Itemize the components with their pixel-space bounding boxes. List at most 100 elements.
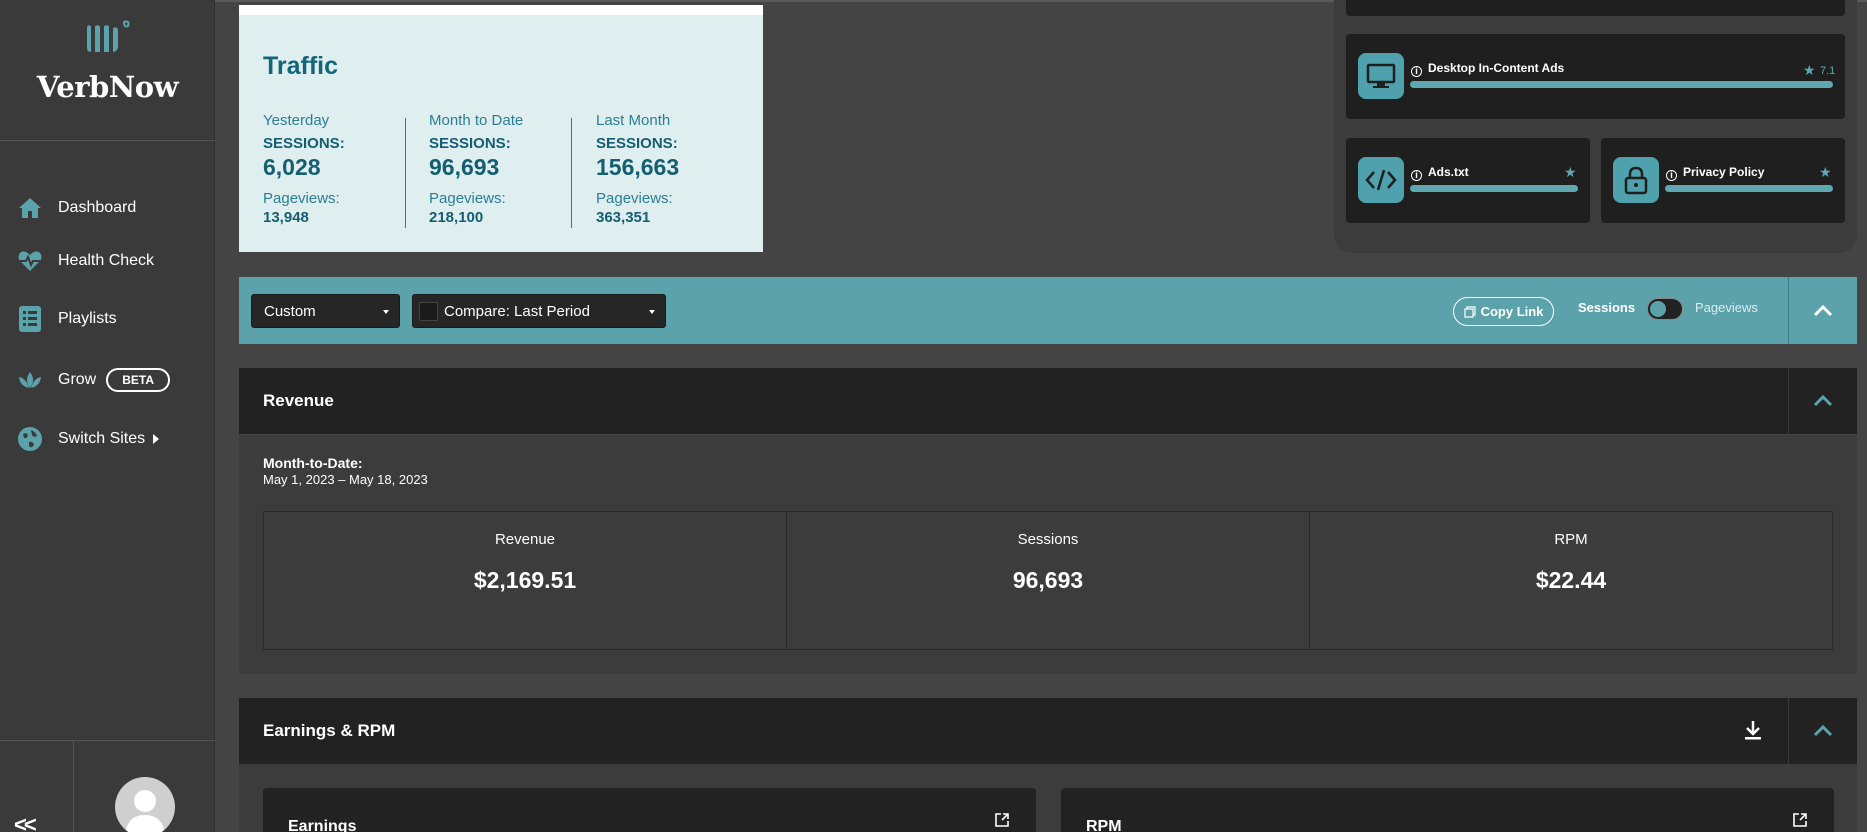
sidebar-item-playlists[interactable]: Playlists — [16, 302, 117, 336]
compare-color-swatch[interactable] — [419, 301, 438, 321]
traffic-column-month-to-date: Month to Date SESSIONS: 96,693 Pageviews… — [429, 112, 569, 226]
caret-right-icon — [153, 434, 160, 444]
traffic-card: Traffic Yesterday SESSIONS: 6,028 Pagevi… — [239, 5, 763, 252]
period-range: May 1, 2023 – May 18, 2023 — [263, 472, 428, 487]
compare-value: Compare: Last Period — [444, 302, 590, 320]
health-card-ads-txt[interactable]: i Ads.txt ★ — [1346, 138, 1590, 223]
sidebar-item-dashboard[interactable]: Dashboard — [16, 191, 136, 225]
sidebar-item-grow[interactable]: Grow BETA — [16, 363, 171, 397]
traffic-period-label: Yesterday — [263, 112, 330, 129]
section-title: Earnings & RPM — [263, 721, 396, 740]
pageviews-label: Pageviews: — [596, 190, 673, 207]
health-card-title: Ads.txt — [1428, 165, 1469, 179]
earnings-section-body: Earnings RPM — [239, 764, 1857, 832]
section-title: Revenue — [263, 391, 334, 410]
card-title: Earnings — [288, 818, 357, 832]
traffic-period-label: Month to Date — [429, 112, 524, 129]
sidebar-item-label: Grow — [58, 371, 97, 388]
traffic-column-last-month: Last Month SESSIONS: 156,663 Pageviews: … — [596, 112, 736, 226]
stat-value: $2,169.51 — [473, 567, 577, 593]
toggle-label-pageviews: Pageviews — [1695, 300, 1758, 315]
stat-cell-rpm: RPM $22.44 — [1310, 512, 1832, 649]
stat-value: $22.44 — [1535, 567, 1607, 593]
stat-label: Sessions — [1017, 531, 1079, 548]
pageviews-label: Pageviews: — [263, 190, 340, 207]
date-range-select[interactable]: Custom — [251, 294, 400, 328]
stat-label: Revenue — [494, 531, 556, 548]
health-card-title: Privacy Policy — [1683, 165, 1765, 179]
list-icon — [16, 305, 44, 333]
stat-label: RPM — [1554, 531, 1588, 548]
sessions-value: 96,693 — [429, 154, 500, 180]
dropdown-arrow-icon — [649, 310, 655, 314]
toggle-knob — [1650, 301, 1666, 317]
traffic-period-label: Last Month — [596, 112, 671, 129]
stat-value: 96,693 — [1012, 567, 1084, 593]
info-icon[interactable]: i — [1411, 170, 1422, 181]
monitor-icon — [1358, 53, 1404, 99]
copy-link-button[interactable]: Copy Link — [1453, 297, 1554, 326]
download-icon[interactable] — [1744, 720, 1762, 745]
collapse-revenue-button[interactable] — [1789, 368, 1857, 434]
health-progress-bar — [1665, 185, 1833, 192]
sessions-label: SESSIONS: — [263, 135, 345, 152]
revenue-stats-table: Revenue $2,169.51 Sessions 96,693 RPM $2… — [263, 511, 1833, 650]
date-range-value: Custom — [264, 302, 316, 320]
logo[interactable]: VerbNow — [0, 18, 215, 104]
external-link-icon[interactable] — [1792, 812, 1808, 832]
traffic-title: Traffic — [263, 52, 339, 80]
external-link-icon[interactable] — [994, 812, 1010, 832]
sidebar-item-label: Switch Sites — [58, 430, 146, 447]
globe-icon — [16, 425, 44, 453]
sidebar: VerbNow Dashboard Health Check Playlists… — [0, 0, 215, 832]
avatar[interactable] — [115, 777, 175, 832]
period-label: Month-to-Date: — [263, 455, 363, 471]
info-icon[interactable]: i — [1666, 170, 1677, 181]
sessions-value: 6,028 — [263, 154, 321, 180]
chevron-up-icon — [1813, 304, 1833, 316]
star-icon: ★ — [1564, 164, 1577, 180]
chevron-up-icon — [1813, 725, 1833, 737]
pageviews-value: 13,948 — [263, 209, 309, 226]
sidebar-item-label: Health Check — [58, 252, 155, 269]
lock-icon — [1613, 157, 1659, 203]
sidebar-item-health-check[interactable]: Health Check — [16, 244, 154, 278]
card-title: RPM — [1086, 818, 1122, 832]
health-card-desktop-ads[interactable]: i Desktop In-Content Ads ★ 7.1 — [1346, 34, 1845, 119]
traffic-column-divider — [571, 118, 572, 228]
health-score: 7.1 — [1820, 65, 1836, 77]
compare-select[interactable]: Compare: Last Period — [412, 294, 666, 328]
sidebar-bottom-divider — [0, 740, 215, 741]
sidebar-item-switch-sites[interactable]: Switch Sites — [16, 422, 160, 456]
heartbeat-icon — [16, 247, 44, 275]
earnings-card: Earnings — [263, 788, 1036, 832]
dropdown-arrow-icon — [383, 310, 389, 314]
pageviews-value: 363,351 — [596, 209, 651, 226]
sessions-pageviews-toggle[interactable] — [1647, 298, 1683, 320]
beta-badge: BETA — [106, 368, 171, 392]
sidebar-divider — [0, 140, 215, 141]
home-icon — [16, 194, 44, 222]
filter-bar: Custom Compare: Last Period Copy Link Se… — [239, 277, 1857, 344]
traffic-card-inner: Traffic Yesterday SESSIONS: 6,028 Pagevi… — [239, 15, 763, 252]
pageviews-value: 218,100 — [429, 209, 484, 226]
sidebar-bottom-vdivider — [73, 740, 74, 832]
pageviews-label: Pageviews: — [429, 190, 506, 207]
collapse-sidebar-button[interactable]: << — [14, 812, 37, 832]
copy-link-label: Copy Link — [1480, 304, 1544, 319]
revenue-section-header: Revenue — [239, 368, 1857, 434]
collapse-earnings-button[interactable] — [1789, 698, 1857, 764]
health-card-partial — [1346, 0, 1845, 16]
sidebar-item-label: Dashboard — [58, 199, 137, 216]
traffic-column-divider — [405, 118, 406, 228]
code-icon — [1358, 157, 1404, 203]
health-card-privacy-policy[interactable]: i Privacy Policy ★ — [1601, 138, 1845, 223]
health-progress-bar — [1410, 81, 1833, 88]
health-progress-bar — [1410, 185, 1578, 192]
chevron-up-icon — [1813, 395, 1833, 407]
info-icon[interactable]: i — [1411, 66, 1422, 77]
collapse-filter-button[interactable] — [1789, 277, 1857, 344]
sidebar-item-label: Playlists — [58, 310, 117, 327]
rpm-card: RPM — [1061, 788, 1834, 832]
lotus-icon — [16, 366, 44, 394]
